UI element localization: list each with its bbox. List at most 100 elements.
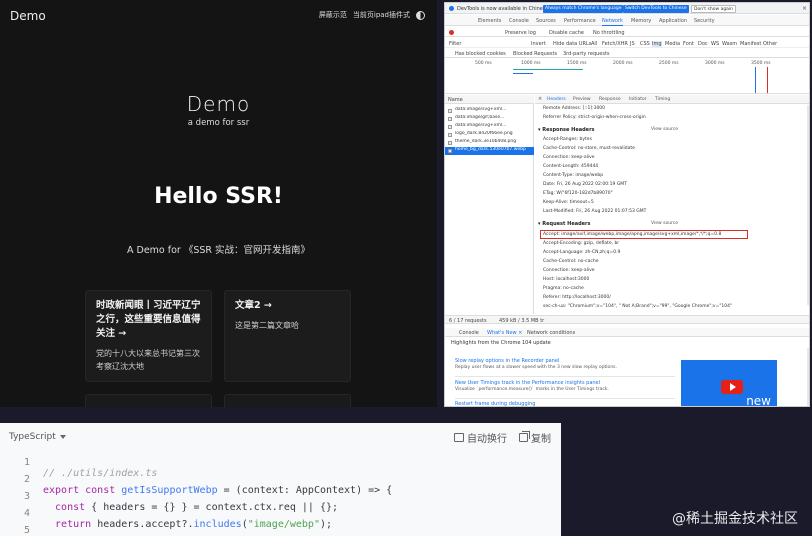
demo-brand[interactable]: Demo [10,9,46,23]
tab-memory[interactable]: Memory [631,18,651,24]
tab-initiator[interactable]: Initiator [629,97,647,102]
article-card-3[interactable] [85,394,212,407]
article-card-4[interactable] [224,394,351,407]
tab-console[interactable]: Console [509,18,529,24]
request-header: Accept-Language: zh-CN,zh;q=0.9 [543,250,621,255]
view-source-link[interactable]: View source [651,221,678,226]
preserve-log-checkbox[interactable]: Preserve log [505,30,536,36]
always-match-button[interactable]: Always match Chrome's language [543,5,624,13]
request-list-header: Name [445,95,534,104]
drawer-tab-console[interactable]: Console [459,330,479,336]
hide-data-urls-checkbox[interactable]: Hide data URLs [553,41,591,47]
response-header: Content-Type: image/webp [543,173,604,178]
type-all[interactable]: All [591,41,597,47]
nav-link-2[interactable]: 当前页ipad插件式 [353,10,410,20]
drawer-scrollbar[interactable] [807,348,809,406]
type-other[interactable]: Other [763,41,777,47]
whats-new-item[interactable]: Slow replay options in the Recorder pane… [455,358,675,370]
type-css[interactable]: CSS [640,41,650,47]
request-row[interactable]: theme_dark.3e10b408.png [445,139,534,147]
article-card-2[interactable]: 文章2 → 这是第二篇文章哈 [224,290,351,382]
response-header: Date: Fri, 26 Aug 2022 02:00:19 GMT [543,182,627,187]
close-icon[interactable]: × [802,5,807,12]
timeline-tick: 3500 ms [751,61,771,66]
type-fetch-xhr[interactable]: Fetch/XHR [602,41,628,47]
request-row-selected[interactable]: home_bg_dark.530e07b7.webp [445,147,534,155]
request-row[interactable]: logo_dark.8420f66ee.png [445,131,534,139]
request-details: × Headers Preview Response Initiator Tim… [535,95,809,314]
view-source-link[interactable]: View source [651,127,678,132]
code-line: 1 // ./utils/index.ts [23,457,158,479]
tab-preview[interactable]: Preview [573,97,591,102]
drawer-tab-network-conditions[interactable]: Network conditions [527,330,575,336]
play-triangle-icon [730,383,736,391]
name-column-header[interactable]: Name [448,97,463,103]
tab-application[interactable]: Application [659,18,687,24]
request-row[interactable]: data:image/gif;base... [445,115,534,123]
request-row[interactable]: data:image/svg+xml... [445,123,534,131]
type-media[interactable]: Media [665,41,680,47]
language-select[interactable]: TypeScript [9,432,66,442]
blocked-cookies-checkbox[interactable]: Has blocked cookies [455,51,506,57]
tab-security[interactable]: Security [694,18,715,24]
response-header: Connection: keep-alive [543,155,595,160]
tab-performance[interactable]: Performance [564,18,596,24]
network-toolbar [445,27,809,37]
filter-input[interactable]: Filter [449,41,461,47]
code-actions: 自动换行 复制 [454,430,551,445]
whats-new-item[interactable]: New User Timings track in the Performanc… [455,380,675,392]
wrap-button[interactable]: 自动换行 [454,430,507,445]
whats-new-item[interactable]: Restart frame during debugging [455,401,675,406]
network-status-bar: 6 / 17 requests 459 kB / 3.5 MB tr [445,315,809,324]
response-header: Cache-Control: no-store, must-revalidate [543,146,635,151]
tab-headers[interactable]: Headers [547,97,566,102]
type-js[interactable]: JS [630,41,635,47]
type-img[interactable]: Img [652,41,662,47]
article-card-title[interactable]: 时政新闻眼丨习近平辽宁之行，这些重要信息值得关注 → [96,299,201,341]
timeline-tick: 3000 ms [705,61,725,66]
record-icon[interactable] [449,30,454,35]
theme-toggle-icon[interactable] [416,10,425,20]
tab-network[interactable]: Network [602,18,623,26]
tab-elements[interactable]: Elements [478,18,501,24]
request-row[interactable]: data:image/svg+xml... [445,107,534,115]
drawer-tabs: Console What's New × Network conditions [445,328,809,337]
tab-sources[interactable]: Sources [536,18,556,24]
nav-link-1[interactable]: 屏蔽示范 [319,10,347,20]
dont-show-again-button[interactable]: Don't show again [691,5,737,13]
disable-cache-checkbox[interactable]: Disable cache [549,30,584,36]
wrap-icon [454,433,464,442]
copy-button[interactable]: 复制 [519,430,551,445]
invert-checkbox[interactable]: Invert [531,41,546,47]
tab-timing[interactable]: Timing [655,97,670,102]
article-card-1[interactable]: 时政新闻眼丨习近平辽宁之行，这些重要信息值得关注 → 党的十八大以来总书记第三次… [85,290,212,382]
divider [455,398,675,399]
network-timeline[interactable]: 500 ms 1000 ms 1500 ms 2000 ms 2500 ms 3… [445,59,809,94]
drawer-tab-whats-new[interactable]: What's New × [487,330,522,336]
tab-response[interactable]: Response [599,97,621,102]
type-ws[interactable]: WS [711,41,719,47]
response-header: Accept-Ranges: bytes [543,137,592,142]
request-headers-title[interactable]: ▾ Request Headers [538,221,591,227]
type-wasm[interactable]: Wasm [722,41,737,47]
third-party-checkbox[interactable]: 3rd-party requests [563,51,610,57]
throttling-select[interactable]: No throttling [593,30,625,36]
blocked-requests-checkbox[interactable]: Blocked Requests [513,51,557,57]
request-header: Accept-Encoding: gzip, deflate, br [543,241,620,246]
request-header: Host: localhost:3000 [543,277,590,282]
response-headers-title[interactable]: ▾ Response Headers [538,127,595,133]
details-scrollbar[interactable] [807,105,809,305]
type-manifest[interactable]: Manifest [740,41,761,47]
timeline-bar [513,73,533,74]
hero-description: A Demo for 《SSR 实战：官网开发指南》 [126,245,311,256]
type-doc[interactable]: Doc [698,41,708,47]
type-font[interactable]: Font [683,41,694,47]
detail-tabs: × Headers Preview Response Initiator Tim… [535,95,809,104]
close-details-icon[interactable]: × [538,96,542,102]
switch-to-chinese-button[interactable]: Switch DevTools to Chinese [623,5,689,13]
article-card-title[interactable]: 文章2 → [235,299,340,313]
demo-site: Demo 屏蔽示范 当前页ipad插件式 Demo a demo for ssr… [0,0,437,407]
demo-nav-links: 屏蔽示范 当前页ipad插件式 [319,10,425,20]
general-header: Remote Address: [::1]:3000 [543,106,606,111]
whats-new-video-thumbnail[interactable]: new [681,360,777,406]
